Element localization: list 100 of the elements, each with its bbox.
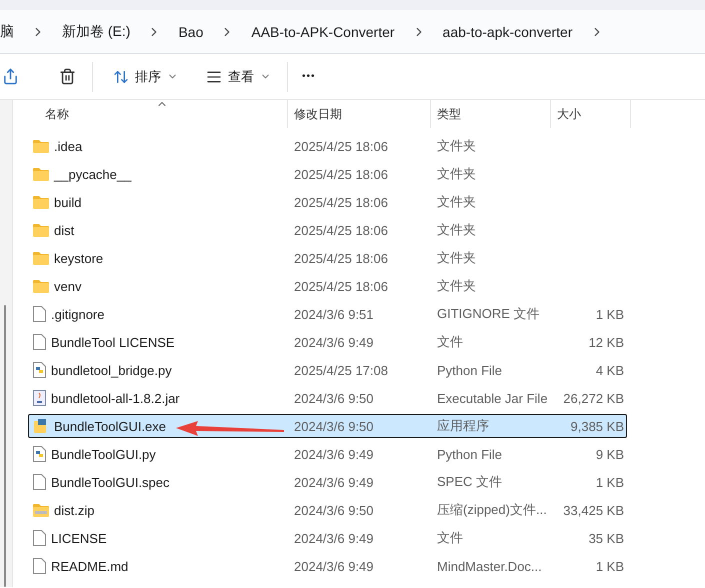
file-size: 33,425 KB	[562, 502, 625, 518]
view-lines-icon	[206, 68, 222, 84]
file-row[interactable]: README.md 2024/3/6 9:49 MindMaster.Doc... 1 KB	[28, 554, 627, 578]
folder-icon	[33, 279, 49, 293]
modified-date: 2025/4/25 18:06	[293, 166, 389, 182]
modified-date: 2025/4/25 18:06	[293, 222, 389, 238]
view-button[interactable]: 查看	[198, 60, 279, 92]
file-row[interactable]: bundletool_bridge.py 2025/4/25 17:08 Python File 4 KB	[28, 358, 627, 382]
file-row[interactable]: dist.zip 2024/3/6 9:50 压缩(zipped)文件... 33,425 KB	[28, 498, 627, 522]
file-row[interactable]: .gitignore 2024/3/6 9:51 GITIGNORE 文件 1 KB	[28, 302, 627, 326]
file-type: 文件夹	[436, 193, 477, 211]
file-name: keystore	[54, 250, 104, 266]
file-row[interactable]: build 2025/4/25 18:06 文件夹	[28, 190, 627, 214]
file-type: 应用程序	[436, 417, 490, 435]
file-size: 9,385 KB	[570, 418, 625, 434]
folder-icon	[33, 167, 49, 181]
file-name: BundleToolGUI.py	[51, 446, 156, 462]
file-size: 1 KB	[594, 306, 625, 322]
modified-date: 2024/3/6 9:49	[293, 474, 375, 490]
file-type: Executable Jar File	[436, 390, 549, 406]
file-row[interactable]: dist 2025/4/25 18:06 文件夹	[28, 218, 627, 242]
modified-date: 2024/3/6 9:49	[293, 446, 375, 462]
file-row[interactable]: BundleToolGUI.spec 2024/3/6 9:49 SPEC 文件 1 KB	[28, 470, 627, 494]
file-type: GITIGNORE 文件	[436, 305, 541, 323]
file-type: 文件夹	[436, 137, 477, 155]
file-row[interactable]: BundleToolGUI.py 2024/3/6 9:49 Python File 9 KB	[28, 442, 627, 466]
modified-date: 2024/3/6 9:51	[293, 306, 375, 322]
modified-date: 2025/4/25 18:06	[293, 278, 389, 294]
file-type: Python File	[436, 446, 504, 462]
file-name: __pycache__	[54, 166, 132, 182]
app-icon	[33, 418, 49, 434]
trash-icon	[59, 68, 76, 85]
file-type: MindMaster.Doc...	[436, 558, 543, 574]
file-size: 12 KB	[588, 334, 625, 350]
file-row[interactable]: venv 2025/4/25 18:06 文件夹	[28, 274, 627, 298]
file-name: BundleToolGUI.exe	[54, 418, 166, 434]
folder-icon	[33, 195, 49, 209]
modified-date: 2024/3/6 9:50	[293, 502, 375, 518]
breadcrumb-item[interactable]: 新加卷 (E:)	[59, 22, 134, 40]
file-icon	[33, 530, 46, 546]
file-row[interactable]: bundletool-all-1.8.2.jar 2024/3/6 9:50 Executable Jar File 26,272 KB	[28, 386, 627, 410]
file-row[interactable]: LICENSE 2024/3/6 9:49 文件 35 KB	[28, 526, 627, 550]
column-header[interactable]: 类型	[437, 106, 461, 122]
sort-button[interactable]: 排序	[105, 60, 186, 92]
column-header[interactable]: 修改日期	[294, 106, 342, 122]
file-name: LICENSE	[51, 530, 107, 546]
modified-date: 2024/3/6 9:49	[293, 334, 375, 350]
modified-date: 2024/3/6 9:50	[293, 390, 375, 406]
file-name: dist	[54, 222, 74, 238]
file-name: .idea	[54, 138, 82, 154]
file-name: .gitignore	[51, 306, 104, 322]
python-file-icon	[33, 362, 46, 378]
column-header[interactable]: 名称	[45, 106, 69, 122]
file-icon	[33, 306, 46, 322]
share-icon	[2, 68, 19, 85]
file-row[interactable]: __pycache__ 2025/4/25 18:06 文件夹	[28, 162, 627, 186]
file-row[interactable]: BundleTool LICENSE 2024/3/6 9:49 文件 12 KB	[28, 330, 627, 354]
file-name: bundletool-all-1.8.2.jar	[51, 390, 180, 406]
more-button[interactable]: •••	[294, 60, 324, 92]
file-name: bundletool_bridge.py	[51, 362, 172, 378]
breadcrumb-item[interactable]: AAB-to-APK-Converter	[248, 24, 398, 40]
modified-date: 2024/3/6 9:49	[293, 558, 375, 574]
folder-icon	[33, 223, 49, 237]
column-header[interactable]: 大小	[557, 106, 581, 122]
file-type: 文件夹	[436, 221, 477, 239]
file-type: 文件夹	[436, 277, 477, 295]
file-type: 文件夹	[436, 165, 477, 183]
folder-icon	[33, 251, 49, 265]
file-type: 文件	[436, 529, 464, 547]
file-size: 26,272 KB	[562, 390, 625, 406]
file-type: 文件夹	[436, 249, 477, 267]
breadcrumb-item[interactable]: 脑	[0, 22, 17, 40]
breadcrumb-item[interactable]: aab-to-apk-converter	[440, 24, 576, 40]
python-file-icon	[33, 446, 46, 462]
zip-folder-icon	[33, 503, 49, 517]
file-name: README.md	[51, 558, 128, 574]
file-type: 文件	[436, 333, 464, 351]
modified-date: 2024/3/6 9:49	[293, 530, 375, 546]
file-icon	[33, 334, 46, 350]
file-size: 35 KB	[588, 530, 625, 546]
file-row[interactable]: .idea 2025/4/25 18:06 文件夹	[28, 134, 627, 158]
sort-icon	[113, 68, 129, 84]
file-row[interactable]: BundleToolGUI.exe 2024/3/6 9:50 应用程序 9,385 KB	[28, 414, 627, 438]
modified-date: 2025/4/25 18:06	[293, 194, 389, 210]
file-name: BundleToolGUI.spec	[51, 474, 170, 490]
folder-icon	[33, 139, 49, 153]
file-name: build	[54, 194, 82, 210]
modified-date: 2025/4/25 18:06	[293, 138, 389, 154]
file-row[interactable]: keystore 2025/4/25 18:06 文件夹	[28, 246, 627, 270]
file-icon	[33, 474, 46, 490]
file-size: 9 KB	[594, 446, 625, 462]
file-name: dist.zip	[54, 502, 94, 518]
jar-file-icon	[33, 390, 46, 406]
file-size: 4 KB	[594, 362, 625, 378]
scrollbar[interactable]	[4, 305, 6, 587]
file-name: BundleTool LICENSE	[51, 334, 175, 350]
breadcrumb-item[interactable]: Bao	[175, 24, 206, 40]
modified-date: 2025/4/25 17:08	[293, 362, 389, 378]
file-type: SPEC 文件	[436, 473, 504, 491]
file-name: venv	[54, 278, 82, 294]
